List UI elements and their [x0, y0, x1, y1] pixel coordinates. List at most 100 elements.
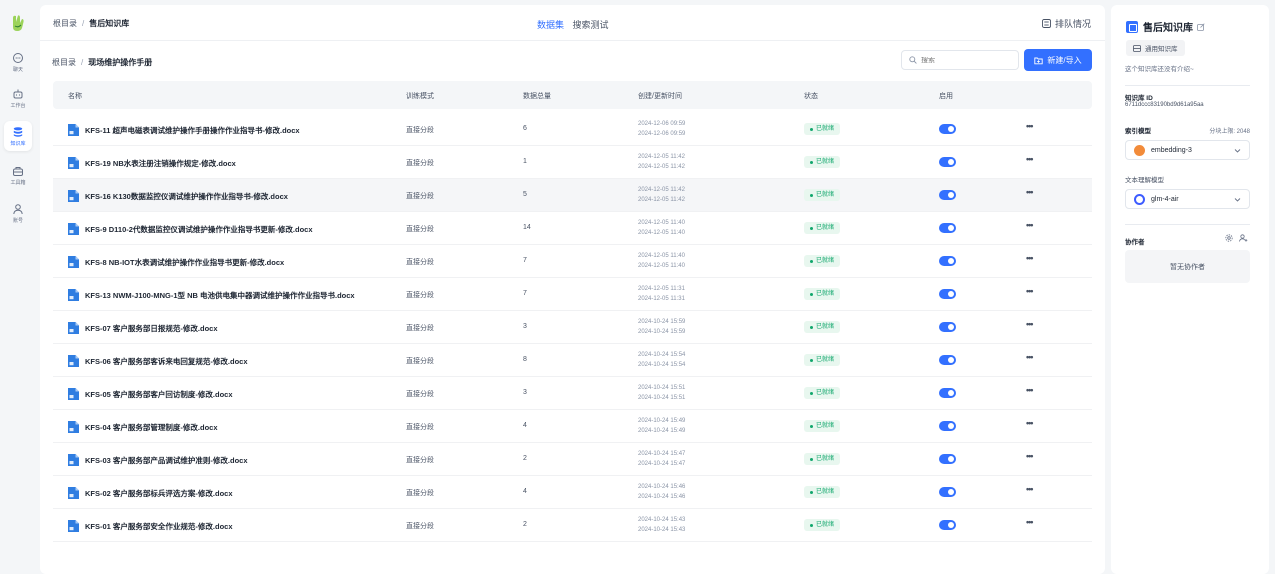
more-options-icon[interactable]: ••• [1026, 154, 1034, 164]
file-name-cell[interactable]: KFS-06 客户服务部客诉来电回复规范-修改.docx [68, 355, 248, 367]
index-model-select[interactable]: embedding-3 [1125, 140, 1250, 160]
divider [1125, 224, 1250, 225]
table-row[interactable]: KFS-04 客户服务部管理制度-修改.docx 直接分段 4 2024-10-24 … [53, 410, 1092, 443]
more-options-icon[interactable]: ••• [1026, 187, 1034, 197]
enable-toggle[interactable] [939, 124, 956, 134]
table-row[interactable]: KFS-03 客户服务部产品调试维护准则-修改.docx 直接分段 2 2024-10… [53, 443, 1092, 476]
data-total: 3 [523, 389, 527, 396]
settings-icon[interactable] [1225, 234, 1233, 242]
more-options-icon[interactable]: ••• [1026, 451, 1034, 461]
enable-toggle[interactable] [939, 289, 956, 299]
nav-item-account[interactable]: 账号 [4, 198, 32, 228]
nav-item-workbench[interactable]: 工作台 [4, 83, 32, 113]
status-dot-icon [810, 424, 813, 428]
created-time: 2024-10-24 15:54 [638, 352, 686, 358]
table-row[interactable]: KFS-02 客户服务部标兵评选方案-修改.docx 直接分段 4 2024-10-2… [53, 476, 1092, 509]
tab-dataset[interactable]: 数据集 [537, 20, 564, 30]
created-time: 2024-12-05 11:31 [638, 286, 685, 292]
breadcrumb: 根目录 / 售后知识库 [53, 18, 129, 29]
time-cell: 2024-10-24 15:54 2024-10-24 15:54 [638, 350, 685, 370]
table-row[interactable]: KFS-01 客户服务部安全作业规范-修改.docx 直接分段 2 2024-10-2… [53, 509, 1092, 542]
enable-toggle[interactable] [939, 355, 956, 365]
more-options-icon[interactable]: ••• [1026, 418, 1034, 428]
user-icon [13, 203, 23, 214]
search-input[interactable] [921, 56, 1011, 64]
table-row[interactable]: KFS-11 超声电磁表调试维护操作手册操作作业指导书-修改.docx 直接分段 6… [53, 113, 1092, 146]
enable-toggle[interactable] [939, 454, 956, 464]
more-options-icon[interactable]: ••• [1026, 220, 1034, 230]
file-name: KFS-13 NWM-J100-MNG-1型 NB 电池供电集中器调试维护操作作… [85, 290, 355, 300]
table-row[interactable]: KFS-16 K130数据监控仪调试维护操作作业指导书-修改.docx 直接分段 5… [53, 179, 1092, 212]
more-options-icon[interactable]: ••• [1026, 517, 1034, 527]
enable-toggle[interactable] [939, 487, 956, 497]
data-total: 3 [523, 323, 527, 330]
app-logo-icon[interactable] [10, 14, 26, 32]
enable-toggle[interactable] [939, 322, 956, 332]
enable-toggle[interactable] [939, 190, 956, 200]
file-name-cell[interactable]: KFS-02 客户服务部标兵评选方案-修改.docx [68, 487, 233, 499]
file-name-cell[interactable]: KFS-19 NB水表注册注销操作规定-修改.docx [68, 157, 236, 169]
column-header-status: 状态 [804, 93, 818, 100]
nav-item-knowledge-base[interactable]: 知识库 [4, 121, 32, 151]
tab-search-test[interactable]: 搜索测试 [573, 20, 609, 30]
enable-toggle[interactable] [939, 388, 956, 398]
nav-item-chat[interactable]: 聊天 [4, 47, 32, 77]
file-name: KFS-9 D110-2代数据监控仪调试维护操作作业指导书更新-修改.docx [85, 224, 313, 234]
training-mode: 直接分段 [406, 391, 434, 398]
word-doc-icon [68, 124, 79, 136]
toolbox-icon [13, 166, 23, 176]
file-name-cell[interactable]: KFS-13 NWM-J100-MNG-1型 NB 电池供电集中器调试维护操作作… [68, 289, 355, 301]
updated-time: 2024-10-24 15:47 [638, 461, 686, 467]
status-dot-icon [810, 490, 813, 494]
breadcrumb-root[interactable]: 根目录 [53, 19, 77, 28]
table-row[interactable]: KFS-07 客户服务部日报规范-修改.docx 直接分段 3 2024-10-24 … [53, 311, 1092, 344]
more-options-icon[interactable]: ••• [1026, 352, 1034, 362]
file-name-cell[interactable]: KFS-01 客户服务部安全作业规范-修改.docx [68, 520, 233, 532]
file-name-cell[interactable]: KFS-8 NB-IOT水表调试维护操作作业指导书更新-修改.docx [68, 256, 284, 268]
new-import-button[interactable]: 新建/导入 [1024, 49, 1092, 71]
table-row[interactable]: KFS-19 NB水表注册注销操作规定-修改.docx 直接分段 1 2024-12-… [53, 146, 1092, 179]
folder-breadcrumb-current: 现场维护操作手册 [88, 58, 153, 67]
nav-label-workbench: 工作台 [10, 102, 26, 109]
file-name-cell[interactable]: KFS-03 客户服务部产品调试维护准则-修改.docx [68, 454, 248, 466]
table-row[interactable]: KFS-9 D110-2代数据监控仪调试维护操作作业指导书更新-修改.docx 直… [53, 212, 1092, 245]
file-name-cell[interactable]: KFS-11 超声电磁表调试维护操作手册操作作业指导书-修改.docx [68, 124, 300, 136]
more-options-icon[interactable]: ••• [1026, 484, 1034, 494]
file-name-cell[interactable]: KFS-04 客户服务部管理制度-修改.docx [68, 421, 218, 433]
enable-toggle[interactable] [939, 256, 956, 266]
enable-toggle[interactable] [939, 157, 956, 167]
text-model-select[interactable]: glm-4-air [1125, 189, 1250, 209]
file-name-cell[interactable]: KFS-05 客户服务部客户回访制度-修改.docx [68, 388, 233, 400]
more-options-icon[interactable]: ••• [1026, 286, 1034, 296]
word-doc-icon [68, 520, 79, 532]
more-options-icon[interactable]: ••• [1026, 319, 1034, 329]
status-badge: 已就绪 [804, 387, 841, 399]
table-row[interactable]: KFS-06 客户服务部客诉来电回复规范-修改.docx 直接分段 8 2024-10… [53, 344, 1092, 377]
more-options-icon[interactable]: ••• [1026, 121, 1034, 131]
enable-toggle[interactable] [939, 520, 956, 530]
file-name-cell[interactable]: KFS-07 客户服务部日报规范-修改.docx [68, 322, 218, 334]
tab-bar: 数据集 搜索测试 [537, 18, 615, 31]
status-dot-icon [810, 160, 813, 164]
search-box[interactable] [901, 50, 1019, 70]
add-user-icon[interactable] [1239, 234, 1248, 242]
file-name-cell[interactable]: KFS-16 K130数据监控仪调试维护操作作业指导书-修改.docx [68, 190, 288, 202]
kb-type-chip: 通用知识库 [1126, 40, 1185, 56]
queue-status-button[interactable]: 排队情况 [1042, 17, 1091, 30]
table-row[interactable]: KFS-13 NWM-J100-MNG-1型 NB 电池供电集中器调试维护操作作… [53, 278, 1092, 311]
kb-type-label: 通用知识库 [1145, 46, 1178, 53]
more-options-icon[interactable]: ••• [1026, 385, 1034, 395]
word-doc-icon [68, 421, 79, 433]
data-total: 4 [523, 422, 527, 429]
status-text: 已就绪 [816, 192, 835, 198]
edit-icon[interactable] [1197, 22, 1205, 31]
table-row[interactable]: KFS-8 NB-IOT水表调试维护操作作业指导书更新-修改.docx 直接分段 7… [53, 245, 1092, 278]
status-badge: 已就绪 [804, 354, 841, 366]
file-name-cell[interactable]: KFS-9 D110-2代数据监控仪调试维护操作作业指导书更新-修改.docx [68, 223, 313, 235]
nav-item-toolbox[interactable]: 工具箱 [4, 160, 32, 190]
enable-toggle[interactable] [939, 223, 956, 233]
enable-toggle[interactable] [939, 421, 956, 431]
table-row[interactable]: KFS-05 客户服务部客户回访制度-修改.docx 直接分段 3 2024-10-2… [53, 377, 1092, 410]
folder-breadcrumb-root[interactable]: 根目录 [52, 58, 76, 67]
more-options-icon[interactable]: ••• [1026, 253, 1034, 263]
